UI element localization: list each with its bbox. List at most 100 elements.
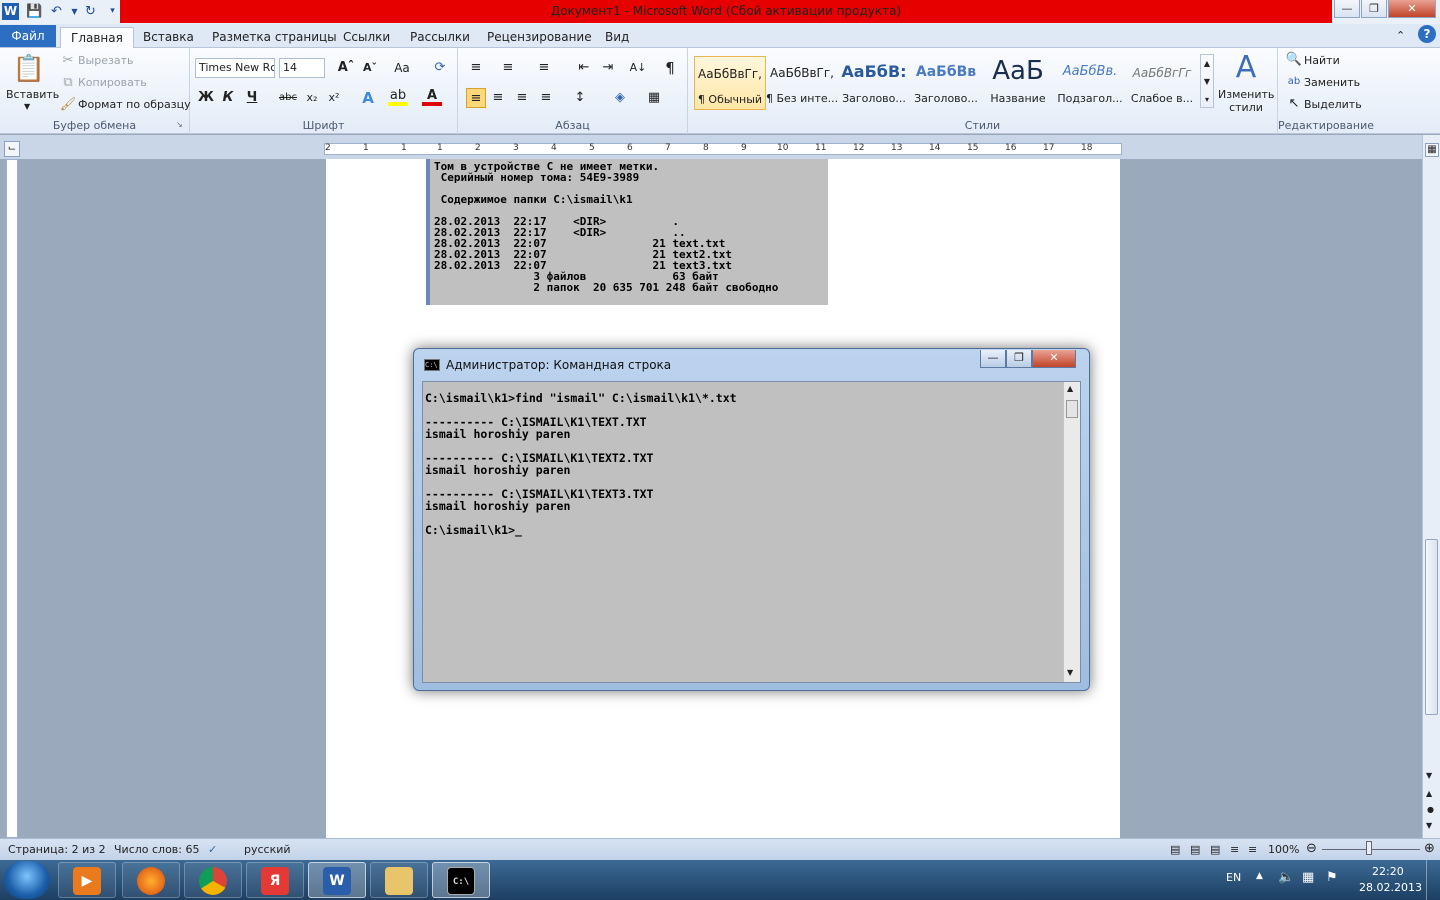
cmd-console[interactable]: C:\ismail\k1>find "ismail" C:\ismail\k1\… [422, 381, 1081, 683]
text-effects-icon[interactable]: A [358, 88, 378, 108]
undo-icon[interactable]: ↶ [48, 3, 65, 20]
zoom-slider-thumb[interactable] [1366, 841, 1372, 855]
print-layout-icon[interactable]: ▤ [1170, 843, 1180, 856]
replace-button[interactable]: Заменить [1304, 76, 1360, 89]
copy-button[interactable]: Копировать [78, 76, 147, 89]
line-spacing-icon[interactable]: ↕ [570, 88, 590, 108]
change-styles-button[interactable]: Изменить стили [1218, 88, 1274, 114]
next-page-icon[interactable]: ▼ [1426, 821, 1432, 830]
taskbar-word[interactable]: W [308, 862, 366, 898]
style-no-spacing[interactable]: АаБбВвГг, ¶ Без инте... [766, 56, 838, 110]
cmd-window[interactable]: C:\ Администратор: Командная строка — ❐ … [413, 348, 1090, 691]
ruler-toggle-icon[interactable]: ▦ [1425, 143, 1439, 157]
style-heading-1[interactable]: АаБбВ: Заголово... [838, 56, 910, 110]
browse-object-icon[interactable]: ● [1427, 805, 1434, 814]
shrink-font-icon[interactable]: Aˇ [360, 58, 380, 78]
style-normal[interactable]: АаБбВвГг, ¶ Обычный [694, 56, 766, 110]
taskbar-firefox[interactable] [122, 862, 180, 898]
sort-icon[interactable]: A↓ [628, 58, 648, 78]
start-button[interactable] [4, 861, 50, 899]
increase-indent-icon[interactable]: ⇥ [598, 58, 618, 78]
tab-file[interactable]: Файл [0, 25, 56, 47]
maximize-button[interactable]: ❐ [1361, 0, 1387, 18]
network-icon[interactable]: ▦ [1302, 870, 1314, 885]
embedded-cmd-screenshot[interactable]: Том в устройстве C не имеет метки. Серий… [426, 159, 828, 305]
show-desktop-button[interactable] [1426, 860, 1440, 900]
previous-page-icon[interactable]: ▲ [1426, 789, 1432, 798]
word-app-icon[interactable]: W [2, 3, 19, 20]
cmd-scroll-up-icon[interactable]: ▲ [1067, 384, 1073, 393]
align-left-icon[interactable]: ≡ [466, 88, 486, 108]
styles-scroll-icon[interactable]: ▲ ▼ ▾ [1200, 54, 1214, 108]
subscript-icon[interactable]: x₂ [302, 88, 322, 108]
tab-mailings[interactable]: Рассылки [400, 27, 480, 48]
minimize-button[interactable]: — [1334, 0, 1360, 18]
style-subtle-emphasis[interactable]: АаБбВгГг Слабое в... [1126, 56, 1198, 110]
superscript-icon[interactable]: x² [324, 88, 344, 108]
customize-qat-icon[interactable]: ▾ [104, 3, 121, 20]
font-color-icon[interactable]: A [422, 88, 442, 106]
highlight-icon[interactable]: ab [388, 88, 408, 106]
action-center-icon[interactable]: ⚑ [1326, 870, 1338, 885]
style-title[interactable]: АаБ Название [982, 56, 1054, 110]
numbering-icon[interactable]: ≡ [498, 58, 518, 78]
grow-font-icon[interactable]: Aˆ [336, 58, 356, 78]
zoom-out-icon[interactable]: ⊖ [1306, 841, 1317, 856]
cmd-scroll-down-icon[interactable]: ▼ [1067, 668, 1073, 677]
cmd-scrollbar[interactable]: ▲ ▼ [1063, 382, 1080, 682]
taskbar-media-player[interactable]: ▶ [58, 862, 116, 898]
clock-time[interactable]: 22:20 [1372, 865, 1404, 878]
format-painter-button[interactable]: Формат по образцу [78, 98, 191, 111]
cmd-close-button[interactable]: ✕ [1032, 350, 1076, 368]
clear-formatting-icon[interactable]: ⟳ [430, 58, 450, 78]
select-button[interactable]: Выделить [1304, 98, 1362, 111]
font-name-combo[interactable]: Times New Rc [195, 58, 275, 78]
paste-icon[interactable]: 📋 [12, 52, 46, 86]
tray-expand-icon[interactable]: ▲ [1256, 871, 1263, 881]
strikethrough-icon[interactable]: abc [278, 88, 298, 108]
clock-date[interactable]: 28.02.2013 [1359, 881, 1422, 894]
cmd-minimize-button[interactable]: — [980, 350, 1006, 368]
full-screen-reading-icon[interactable]: ▤ [1190, 843, 1200, 856]
multilevel-list-icon[interactable]: ≡ [534, 58, 554, 78]
cmd-scrollbar-thumb[interactable] [1066, 400, 1078, 418]
tab-view[interactable]: Вид [595, 27, 639, 48]
style-heading-2[interactable]: АаБбВв Заголово... [910, 56, 982, 110]
zoom-in-icon[interactable]: ⊕ [1424, 841, 1435, 856]
taskbar-explorer[interactable] [370, 862, 428, 898]
word-count[interactable]: Число слов: 65 [114, 843, 200, 856]
web-layout-icon[interactable]: ▤ [1210, 843, 1220, 856]
volume-icon[interactable]: 🔈 [1278, 870, 1294, 885]
vertical-scrollbar-thumb[interactable] [1425, 539, 1438, 715]
cmd-maximize-button[interactable]: ❐ [1006, 350, 1032, 368]
close-button[interactable]: ✕ [1388, 0, 1436, 18]
paste-dropdown-icon[interactable]: ▼ [24, 102, 30, 111]
paste-button[interactable]: Вставить [6, 88, 59, 101]
proofing-icon[interactable]: ✓ [208, 843, 217, 856]
minimize-ribbon-icon[interactable]: ⌃ [1396, 26, 1405, 47]
borders-icon[interactable]: ▦ [644, 88, 664, 108]
align-right-icon[interactable]: ≡ [512, 88, 532, 108]
scroll-down-icon[interactable]: ▼ [1426, 771, 1432, 780]
redo-icon[interactable]: ↻ [82, 3, 99, 20]
underline-icon[interactable]: Ч [242, 88, 262, 108]
page-count[interactable]: Страница: 2 из 2 [8, 843, 106, 856]
change-case-icon[interactable]: Aa [392, 58, 412, 78]
input-language[interactable]: EN [1226, 871, 1241, 884]
italic-icon[interactable]: К [218, 88, 238, 108]
draft-icon[interactable]: ≡ [1248, 843, 1257, 856]
vertical-scrollbar[interactable]: ▦ ▼ ▲ ● ▼ [1422, 135, 1440, 838]
tab-review[interactable]: Рецензирование [477, 27, 602, 48]
cut-button[interactable]: Вырезать [78, 54, 133, 67]
tab-page-layout[interactable]: Разметка страницы [202, 27, 347, 48]
justify-icon[interactable]: ≡ [536, 88, 556, 108]
bold-icon[interactable]: Ж [196, 88, 216, 108]
save-icon[interactable]: 💾 [26, 3, 43, 20]
taskbar-chrome[interactable] [184, 862, 242, 898]
zoom-level[interactable]: 100% [1268, 843, 1299, 856]
find-button[interactable]: Найти [1304, 54, 1340, 67]
horizontal-ruler[interactable]: 2 1 1 1 2 3 4 5 6 7 8 9 10 11 12 13 14 1… [324, 143, 1122, 155]
align-center-icon[interactable]: ≡ [488, 88, 508, 108]
tab-home[interactable]: Главная [60, 27, 134, 48]
taskbar-cmd[interactable]: C:\ [432, 862, 490, 898]
